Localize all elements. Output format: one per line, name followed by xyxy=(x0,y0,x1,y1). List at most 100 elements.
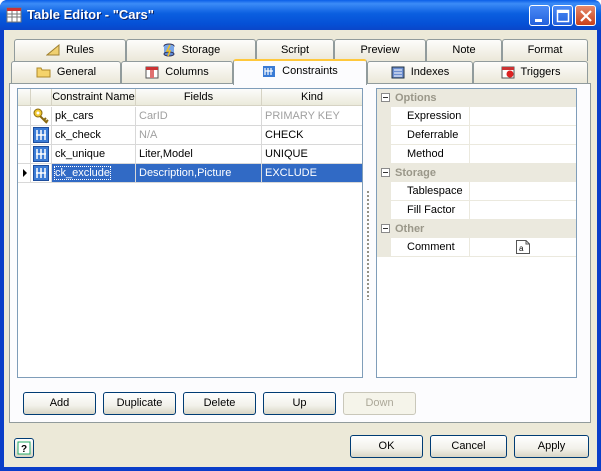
tab-label: Format xyxy=(527,44,563,56)
dialog-client-area: Rules Storage Script Preview Note Format… xyxy=(4,30,597,467)
folder-icon xyxy=(36,67,51,78)
kind-cell[interactable]: CHECK xyxy=(262,126,362,144)
table-row[interactable]: pk_cars CarID PRIMARY KEY xyxy=(18,107,362,126)
collapse-icon[interactable] xyxy=(381,93,390,102)
tab-note[interactable]: Note xyxy=(426,39,502,61)
constraints-grid[interactable]: Constraint Name Fields Kind pk_cars CarI… xyxy=(17,88,363,378)
tab-label: Storage xyxy=(181,44,221,56)
table-row[interactable]: ck_check N/A CHECK xyxy=(18,126,362,145)
storage-icon xyxy=(163,43,175,57)
fields-cell[interactable]: Liter,Model xyxy=(136,145,262,163)
maximize-icon xyxy=(556,9,570,23)
property-value[interactable] xyxy=(471,201,576,219)
column-header-kind[interactable]: Kind xyxy=(262,89,362,106)
tab-label: Note xyxy=(452,44,476,56)
category-options[interactable]: Options xyxy=(377,89,576,107)
property-row-deferrable[interactable]: Deferrable xyxy=(377,126,576,145)
svg-text:?: ? xyxy=(21,444,27,455)
constraint-name-cell[interactable]: ck_unique xyxy=(52,145,136,163)
property-value[interactable] xyxy=(471,107,576,125)
columns-icon xyxy=(145,66,159,79)
icon-column-header xyxy=(31,89,52,106)
kind-cell[interactable]: UNIQUE xyxy=(262,145,362,163)
tab-label: Columns xyxy=(165,66,209,78)
tab-rules[interactable]: Rules xyxy=(14,39,126,61)
constraint-name-cell[interactable]: ck_exclude xyxy=(52,164,136,182)
constraint-icon xyxy=(33,127,49,143)
rules-icon xyxy=(45,44,60,56)
collapse-icon[interactable] xyxy=(381,168,390,177)
property-name: Tablespace xyxy=(391,182,470,200)
table-row-selected[interactable]: ck_exclude Description,Picture EXCLUDE xyxy=(18,164,362,183)
apply-button[interactable]: Apply xyxy=(514,435,589,458)
row-indicator xyxy=(18,164,31,182)
property-name: Expression xyxy=(391,107,470,125)
row-icon-cell xyxy=(31,145,52,163)
ok-button[interactable]: OK xyxy=(350,435,423,458)
tab-triggers[interactable]: Triggers xyxy=(473,61,588,83)
delete-button[interactable]: Delete xyxy=(183,392,256,415)
help-button[interactable]: ? xyxy=(14,438,34,458)
property-value[interactable]: a xyxy=(471,238,576,256)
down-button[interactable]: Down xyxy=(343,392,416,415)
tab-label: Constraints xyxy=(282,65,338,77)
table-editor-window: Table Editor - "Cars" Rules Storage Scri… xyxy=(0,0,601,471)
tab-label: General xyxy=(56,66,97,78)
tab-format[interactable]: Format xyxy=(502,39,588,61)
maximize-button[interactable] xyxy=(552,5,573,26)
tab-storage[interactable]: Storage xyxy=(126,39,256,61)
fields-cell[interactable]: CarID xyxy=(136,107,262,125)
panel-splitter[interactable] xyxy=(366,190,370,300)
column-header-constraint-name[interactable]: Constraint Name xyxy=(52,89,136,106)
category-storage[interactable]: Storage xyxy=(377,164,576,182)
property-name: Method xyxy=(391,145,470,163)
tab-constraints[interactable]: Constraints xyxy=(233,59,367,85)
tab-columns[interactable]: Columns xyxy=(121,61,233,83)
column-header-fields[interactable]: Fields xyxy=(136,89,262,106)
row-indicator xyxy=(18,145,31,163)
property-inspector[interactable]: Options Expression Deferrable Method Sto… xyxy=(376,88,577,378)
row-indicator-header xyxy=(18,89,31,106)
duplicate-button[interactable]: Duplicate xyxy=(103,392,176,415)
property-gutter xyxy=(377,107,391,126)
property-value[interactable] xyxy=(471,182,576,200)
tab-preview[interactable]: Preview xyxy=(334,39,426,61)
property-row-tablespace[interactable]: Tablespace xyxy=(377,182,576,201)
property-row-method[interactable]: Method xyxy=(377,145,576,164)
cancel-button[interactable]: Cancel xyxy=(430,435,507,458)
grid-header: Constraint Name Fields Kind xyxy=(18,89,362,106)
property-value[interactable] xyxy=(471,126,576,144)
category-label: Options xyxy=(395,92,437,104)
text-editor-icon[interactable]: a xyxy=(515,239,531,255)
property-gutter xyxy=(377,145,391,164)
triggers-icon xyxy=(501,66,515,79)
constraint-name-cell[interactable]: ck_check xyxy=(52,126,136,144)
property-row-expression[interactable]: Expression xyxy=(377,107,576,126)
tab-label: Rules xyxy=(65,44,95,56)
fields-cell[interactable]: N/A xyxy=(136,126,262,144)
constraint-name-cell[interactable]: pk_cars xyxy=(52,107,136,125)
table-icon xyxy=(6,7,22,23)
up-button[interactable]: Up xyxy=(263,392,336,415)
tab-general[interactable]: General xyxy=(11,61,121,83)
property-value[interactable] xyxy=(471,145,576,163)
add-button[interactable]: Add xyxy=(23,392,96,415)
property-row-comment[interactable]: Comment a xyxy=(377,238,576,257)
property-row-fill-factor[interactable]: Fill Factor xyxy=(377,201,576,220)
kind-cell[interactable]: PRIMARY KEY xyxy=(262,107,362,125)
collapse-icon[interactable] xyxy=(381,224,390,233)
title-bar[interactable]: Table Editor - "Cars" xyxy=(0,0,601,30)
table-row[interactable]: ck_unique Liter,Model UNIQUE xyxy=(18,145,362,164)
svg-text:a: a xyxy=(519,244,524,253)
minimize-button[interactable] xyxy=(529,5,550,26)
tab-indexes[interactable]: Indexes xyxy=(367,61,473,83)
help-icon: ? xyxy=(17,441,31,455)
property-gutter xyxy=(377,238,391,257)
property-gutter xyxy=(377,126,391,145)
tab-script[interactable]: Script xyxy=(256,39,334,61)
fields-cell[interactable]: Description,Picture xyxy=(136,164,262,182)
close-button[interactable] xyxy=(575,5,596,26)
kind-cell[interactable]: EXCLUDE xyxy=(262,164,362,182)
current-row-arrow-icon xyxy=(23,169,27,177)
category-other[interactable]: Other xyxy=(377,220,576,238)
